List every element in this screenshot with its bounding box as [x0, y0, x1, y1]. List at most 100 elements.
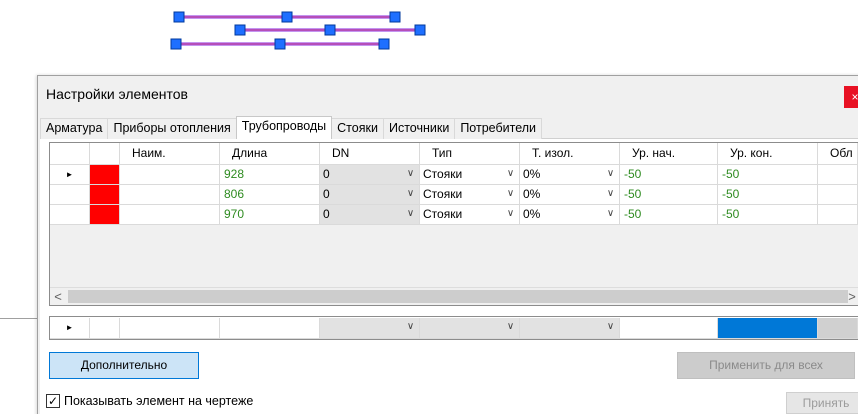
more-button[interactable]: Дополнительно — [49, 352, 199, 379]
insulation-combo[interactable]: ∨ — [520, 318, 620, 339]
chevron-down-icon: ∨ — [406, 188, 415, 199]
header-level-start[interactable]: Ур. нач. — [620, 143, 718, 165]
level-start-cell[interactable]: -50 — [620, 165, 718, 185]
row-color-cell[interactable] — [90, 318, 120, 339]
grip-handle — [170, 38, 182, 50]
tab-strip: Арматура Приборы отопления Трубопроводы … — [40, 116, 543, 139]
scrollbar-thumb[interactable] — [68, 290, 848, 303]
grid-header: Наим. Длина DN Тип Т. изол. Ур. нач. Ур.… — [50, 143, 858, 165]
tab-sources[interactable]: Источники — [382, 118, 456, 139]
show-on-drawing-label: Показывать элемент на чертеже — [64, 394, 254, 408]
header-color — [90, 143, 120, 165]
chevron-down-icon: ∨ — [406, 208, 415, 219]
grip-handle — [274, 38, 286, 50]
length-cell[interactable]: 970 — [220, 205, 320, 225]
close-button[interactable]: × — [844, 86, 858, 108]
level-end-cell[interactable]: -50 — [718, 185, 818, 205]
pipe-segment-3[interactable] — [170, 38, 390, 50]
table-row[interactable]: 970 0 ∨ Стояки ∨ 0% ∨ -50 -50 — [50, 205, 858, 225]
drawing-line — [0, 318, 38, 319]
dn-combo[interactable]: 0 ∨ — [320, 205, 420, 225]
name-cell[interactable] — [120, 205, 220, 225]
tab-risers[interactable]: Стояки — [331, 118, 384, 139]
dn-combo[interactable]: 0 ∨ — [320, 165, 420, 185]
row-selector[interactable]: ► — [50, 318, 90, 339]
chevron-down-icon: ∨ — [606, 168, 615, 179]
level-end-cell[interactable]: -50 — [718, 165, 818, 185]
chevron-down-icon: ∨ — [606, 208, 615, 219]
length-cell[interactable]: 806 — [220, 185, 320, 205]
grip-handle — [414, 24, 426, 36]
type-combo[interactable]: Стояки ∨ — [420, 185, 520, 205]
row-color-cell[interactable] — [90, 205, 120, 225]
apply-all-button[interactable]: Применить для всех — [677, 352, 855, 379]
header-area[interactable]: Обл — [818, 143, 858, 165]
table-row[interactable]: ► 928 0 ∨ Стояки ∨ 0% ∨ -50 -50 — [50, 165, 858, 185]
area-cell[interactable] — [818, 165, 858, 185]
level-start-cell[interactable]: -50 — [620, 185, 718, 205]
chevron-down-icon: ∨ — [606, 321, 615, 332]
row-color-cell[interactable] — [90, 185, 120, 205]
level-start-cell[interactable]: -50 — [620, 205, 718, 225]
pipe-segment-2[interactable] — [234, 24, 426, 36]
level-end-cell-selected[interactable] — [718, 318, 818, 339]
element-settings-dialog: Настройки элементов × Арматура Приборы о… — [37, 75, 858, 414]
length-cell[interactable] — [220, 318, 320, 339]
grip-handle — [234, 24, 246, 36]
level-start-cell[interactable] — [620, 318, 718, 339]
new-pipe-grid: ► ∨ ∨ ∨ — [49, 316, 858, 340]
tab-consumers[interactable]: Потребители — [454, 118, 543, 139]
chevron-down-icon: ∨ — [406, 168, 415, 179]
insulation-combo[interactable]: 0% ∨ — [520, 205, 620, 225]
grip-handle — [378, 38, 390, 50]
pipelines-grid: Наим. Длина DN Тип Т. изол. Ур. нач. Ур.… — [49, 142, 858, 306]
header-level-end[interactable]: Ур. кон. — [718, 143, 818, 165]
header-row-selector — [50, 143, 90, 165]
area-cell[interactable] — [818, 318, 858, 339]
tab-pipelines[interactable]: Трубопроводы — [235, 116, 333, 139]
length-cell[interactable]: 928 — [220, 165, 320, 185]
row-selector[interactable] — [50, 185, 90, 205]
table-row[interactable]: 806 0 ∨ Стояки ∨ 0% ∨ -50 -50 — [50, 185, 858, 205]
row-selector[interactable]: ► — [50, 165, 90, 185]
show-on-drawing-option[interactable]: ✓ Показывать элемент на чертеже — [43, 390, 275, 412]
tab-heaters[interactable]: Приборы отопления — [107, 118, 237, 139]
name-cell[interactable] — [120, 165, 220, 185]
chevron-down-icon: ∨ — [506, 168, 515, 179]
chevron-down-icon: ∨ — [606, 188, 615, 199]
drawing-canvas[interactable] — [0, 0, 858, 75]
header-name[interactable]: Наим. — [120, 143, 220, 165]
area-cell[interactable] — [818, 205, 858, 225]
horizontal-scrollbar[interactable]: < > — [50, 287, 858, 305]
row-color-cell[interactable] — [90, 165, 120, 185]
scroll-left-arrow-icon[interactable]: < — [50, 288, 66, 305]
tab-fittings[interactable]: Арматура — [40, 118, 109, 139]
chevron-down-icon: ∨ — [406, 321, 415, 332]
header-length[interactable]: Длина — [220, 143, 320, 165]
type-combo[interactable]: ∨ — [420, 318, 520, 339]
chevron-down-icon: ∨ — [506, 188, 515, 199]
area-cell[interactable] — [818, 185, 858, 205]
scroll-right-arrow-icon[interactable]: > — [844, 288, 858, 305]
header-type[interactable]: Тип — [420, 143, 520, 165]
header-dn[interactable]: DN — [320, 143, 420, 165]
accept-button[interactable]: Принять — [786, 392, 858, 414]
type-combo[interactable]: Стояки ∨ — [420, 165, 520, 185]
name-cell[interactable] — [120, 185, 220, 205]
new-row[interactable]: ► ∨ ∨ ∨ — [50, 318, 858, 339]
insulation-combo[interactable]: 0% ∨ — [520, 185, 620, 205]
grip-handle — [324, 24, 336, 36]
name-cell[interactable] — [120, 318, 220, 339]
chevron-down-icon: ∨ — [506, 208, 515, 219]
show-on-drawing-checkbox[interactable]: ✓ — [46, 394, 60, 408]
header-insulation[interactable]: Т. изол. — [520, 143, 620, 165]
insulation-combo[interactable]: 0% ∨ — [520, 165, 620, 185]
grip-handle — [389, 11, 401, 23]
level-end-cell[interactable]: -50 — [718, 205, 818, 225]
pipe-segment-1[interactable] — [173, 11, 401, 23]
type-combo[interactable]: Стояки ∨ — [420, 205, 520, 225]
dn-combo[interactable]: ∨ — [320, 318, 420, 339]
row-selector[interactable] — [50, 205, 90, 225]
grip-handle — [173, 11, 185, 23]
dn-combo[interactable]: 0 ∨ — [320, 185, 420, 205]
